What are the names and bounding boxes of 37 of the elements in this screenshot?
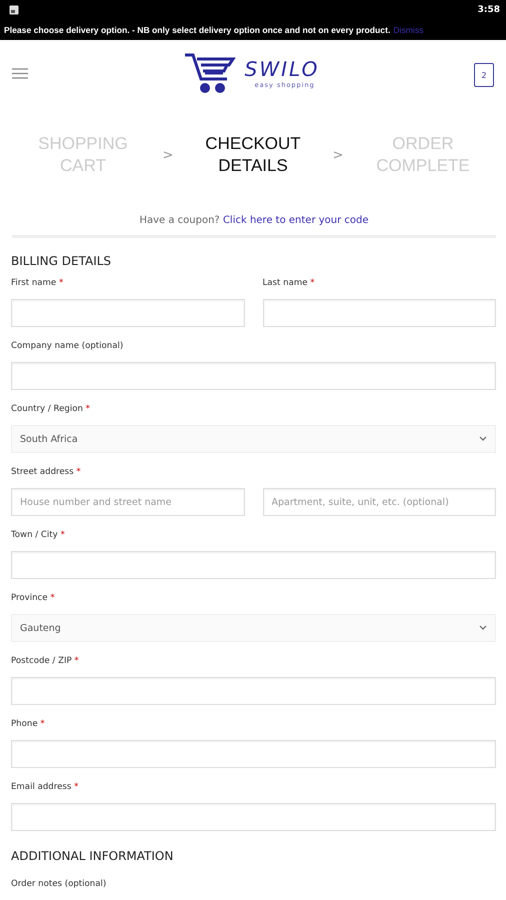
coupon-text: Have a coupon? Click here to enter your code	[139, 215, 369, 226]
status-time: 3:58	[478, 5, 500, 15]
section-heading: BILLING DETAILS	[11, 254, 112, 268]
menu-icon[interactable]	[12, 68, 28, 78]
coupon-link[interactable]: Click here to enter your code	[222, 215, 369, 226]
input-field[interactable]	[11, 299, 244, 327]
chevron-down-icon	[479, 436, 487, 442]
input-field[interactable]	[11, 740, 496, 768]
notice-text: Please choose delivery option. - NB only select delivery option once and not on every product.	[4, 25, 390, 35]
field-label: Company name (optional)	[11, 340, 124, 353]
step-separator: >	[162, 148, 174, 162]
field-label: First name *	[11, 277, 64, 290]
input-field[interactable]: House number and street name	[11, 488, 244, 516]
image-icon	[9, 5, 19, 15]
section-heading: ADDITIONAL INFORMATION	[11, 849, 174, 863]
select-field[interactable]: South Africa	[11, 425, 496, 453]
field-label: Email address *	[11, 781, 80, 794]
checkout-step: CHECKOUT DETAILS	[188, 133, 318, 177]
step-separator: >	[332, 148, 344, 162]
input-field[interactable]: Apartment, suite, unit, etc. (optional)	[262, 488, 496, 516]
input-field[interactable]	[11, 551, 496, 579]
chevron-down-icon	[479, 625, 487, 631]
input-field[interactable]	[11, 803, 496, 831]
field-label: Postcode / ZIP *	[11, 655, 80, 668]
field-label: Town / City *	[11, 529, 66, 542]
field-label: Province *	[11, 592, 56, 605]
input-field[interactable]	[262, 299, 496, 327]
select-field[interactable]: Gauteng	[11, 614, 496, 642]
input-field[interactable]	[11, 677, 496, 705]
field-label: Country / Region *	[11, 403, 91, 416]
cart-bag-button[interactable]: 2	[474, 63, 494, 87]
field-label: Phone *	[11, 718, 46, 731]
field-label: Last name *	[262, 277, 316, 290]
logo-name: SWILO	[244, 57, 320, 81]
field-label: Order notes (optional)	[11, 879, 106, 889]
field-label: Street address *	[11, 466, 82, 479]
input-field[interactable]	[11, 362, 496, 390]
